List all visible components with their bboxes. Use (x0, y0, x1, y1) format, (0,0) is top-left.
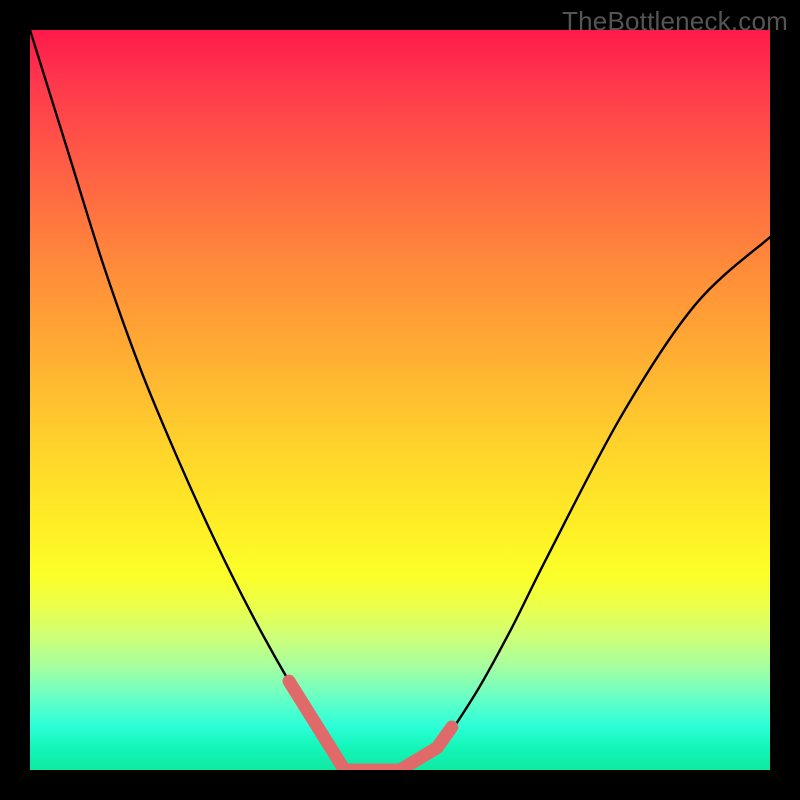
bottleneck-curve (30, 30, 770, 770)
accent-left-accent (289, 681, 345, 770)
watermark-label: TheBottleneck.com (562, 6, 788, 37)
curve-svg (30, 30, 770, 770)
accent-right-accent (400, 727, 452, 770)
chart-frame: TheBottleneck.com (0, 0, 800, 800)
plot-area (30, 30, 770, 770)
